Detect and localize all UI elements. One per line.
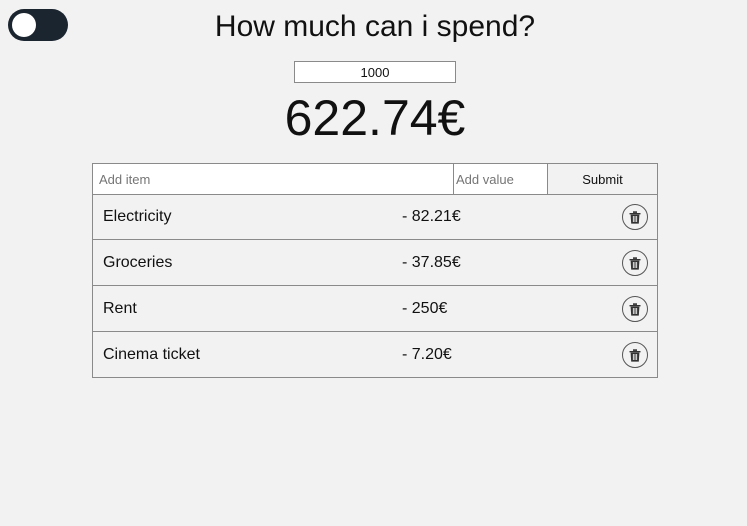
expense-row: Electricity - 82.21€ bbox=[92, 194, 658, 240]
budget-input[interactable] bbox=[294, 61, 456, 83]
expense-amount: - 7.20€ bbox=[402, 346, 452, 363]
expense-amount: - 37.85€ bbox=[402, 254, 461, 271]
add-expense-form: Submit bbox=[92, 163, 658, 195]
expense-name: Electricity bbox=[103, 208, 172, 225]
delete-button[interactable] bbox=[622, 250, 648, 276]
expense-name: Rent bbox=[103, 300, 137, 317]
trash-icon bbox=[629, 348, 641, 362]
delete-button[interactable] bbox=[622, 342, 648, 368]
expense-list: Electricity - 82.21€ Groceries - 37.85€ bbox=[92, 194, 658, 378]
expense-name: Cinema ticket bbox=[103, 346, 200, 363]
expense-row: Cinema ticket - 7.20€ bbox=[92, 332, 658, 378]
expense-name: Groceries bbox=[103, 254, 173, 271]
expense-row: Groceries - 37.85€ bbox=[92, 240, 658, 286]
expense-row: Rent - 250€ bbox=[92, 286, 658, 332]
delete-button[interactable] bbox=[622, 296, 648, 322]
submit-button[interactable]: Submit bbox=[548, 164, 657, 194]
add-item-input[interactable] bbox=[93, 164, 454, 194]
trash-icon bbox=[629, 302, 641, 316]
remaining-amount: 622.74€ bbox=[284, 90, 466, 146]
page-title: How much can i spend? bbox=[214, 10, 536, 43]
trash-icon bbox=[629, 210, 641, 224]
add-value-input[interactable] bbox=[454, 164, 548, 194]
trash-icon bbox=[629, 256, 641, 270]
delete-button[interactable] bbox=[622, 204, 648, 230]
expense-amount: - 82.21€ bbox=[402, 208, 461, 225]
expense-amount: - 250€ bbox=[402, 300, 448, 317]
